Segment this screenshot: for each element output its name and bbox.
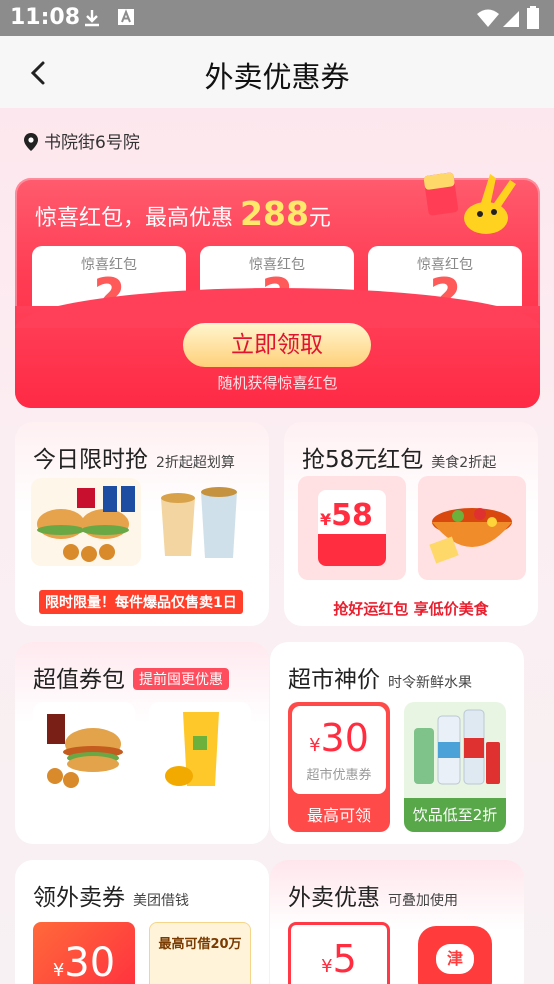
card-title: 外卖优惠 可叠加使用	[288, 878, 458, 912]
takeout-discount-subtitle: 可叠加使用	[388, 893, 458, 909]
wifi-icon	[476, 8, 500, 32]
loan-text: 最高可借20万	[158, 937, 242, 952]
card-title: 抢58元红包 美食2折起	[302, 440, 496, 474]
red-packet-58-card[interactable]: 抢58元红包 美食2折起 ¥58 抢好运红包 享低价美食	[284, 422, 538, 626]
card-title: 今日限时抢 2折起超划算	[33, 440, 235, 474]
location-text: 书院街6号院	[44, 133, 140, 153]
status-bar: 11:08	[0, 0, 554, 36]
card-title: 超值券包 提前囤更优惠	[33, 660, 229, 694]
flash-title: 今日限时抢	[33, 447, 148, 473]
red58-banner: 抢好运红包 享低价美食	[333, 600, 489, 618]
market-title: 超市神价	[288, 667, 380, 693]
flash-subtitle: 2折起超划算	[156, 455, 235, 471]
drink-cups-image	[153, 478, 249, 566]
coupon-symbol: ¥	[52, 960, 65, 981]
beverage-image	[414, 709, 500, 785]
takeout-coupon-title: 领外卖券	[33, 885, 125, 911]
flash-banner: 限时限量！每件爆品仅售卖1日	[39, 590, 243, 614]
hotpot-image	[418, 476, 526, 580]
red-packet-prefix: 惊喜红包，最高优惠	[35, 206, 234, 231]
takeout-discount-card[interactable]: 外卖优惠 可叠加使用 ¥5 津	[270, 860, 524, 984]
takeout-discount-title: 外卖优惠	[288, 885, 380, 911]
takeout-coupon-card[interactable]: 领外卖券 美团借钱 ¥30 最高可借20万	[15, 860, 269, 984]
nav-header: 外卖优惠券	[0, 36, 554, 108]
discount-coupon[interactable]: ¥5	[288, 922, 390, 984]
gift-box-char: 津	[436, 944, 474, 974]
coupon-symbol: ¥	[321, 956, 333, 977]
coupon-value: 30	[320, 716, 369, 760]
coupon-value: 5	[332, 937, 357, 981]
page-title: 外卖优惠券	[204, 60, 350, 94]
location-pin-icon	[24, 133, 38, 151]
takeout-coupon-subtitle: 美团借钱	[133, 893, 189, 909]
market-left-label: 最高可领	[306, 806, 371, 825]
claim-now-button[interactable]: 立即领取	[183, 323, 371, 367]
burger-meal-image	[33, 702, 135, 796]
supermarket-deal-card[interactable]: 超市神价 时令新鲜水果 ¥30 超市优惠券 最高可领 饮品低至2折	[270, 642, 524, 844]
mascot-icon	[420, 168, 520, 240]
red58-subtitle: 美食2折起	[431, 455, 497, 471]
location-row[interactable]: 书院街6号院	[24, 128, 140, 153]
mango-drink-image	[149, 702, 251, 796]
coupon-label: 超市优惠券	[306, 768, 372, 783]
gift-box-icon: 津	[418, 926, 492, 984]
battery-icon	[526, 6, 540, 34]
status-time: 11:08	[10, 5, 81, 30]
loan-promo[interactable]: 最高可借20万	[149, 922, 251, 984]
flash-sale-card[interactable]: 今日限时抢 2折起超划算 限时限量！每件爆品仅售卖1日	[15, 422, 269, 626]
red-packet-unit: 元	[308, 206, 331, 231]
coupon-58-image: ¥58	[298, 476, 406, 580]
beverage-deal[interactable]: 饮品低至2折	[404, 702, 506, 832]
bundle-tag: 提前囤更优惠	[133, 668, 229, 690]
bundle-title: 超值券包	[33, 667, 125, 693]
value-coupon-pack-card[interactable]: 超值券包 提前囤更优惠	[15, 642, 269, 844]
card-title: 超市神价 时令新鲜水果	[288, 660, 472, 694]
coupon-symbol: ¥	[309, 735, 321, 756]
coupon-value: 58	[331, 498, 373, 533]
card-title: 领外卖券 美团借钱	[33, 878, 189, 912]
font-icon	[117, 8, 135, 30]
signal-icon	[502, 8, 520, 32]
red-packet-subtext: 随机获得惊喜红包	[217, 374, 338, 392]
red-packet-headline: 惊喜红包，最高优惠 288元	[35, 194, 331, 233]
market-coupon[interactable]: ¥30 超市优惠券 最高可领	[288, 702, 390, 832]
coupon-value: 30	[64, 940, 116, 984]
red58-title: 抢58元红包	[302, 447, 424, 473]
market-subtitle: 时令新鲜水果	[388, 675, 472, 691]
kfc-meal-image	[31, 478, 141, 566]
red-packet-amount: 288	[240, 194, 309, 233]
market-right-label: 饮品低至2折	[404, 798, 506, 832]
coupon-symbol: ¥	[320, 510, 332, 529]
takeout-coupon-value[interactable]: ¥30	[33, 922, 135, 984]
download-icon	[82, 8, 102, 32]
